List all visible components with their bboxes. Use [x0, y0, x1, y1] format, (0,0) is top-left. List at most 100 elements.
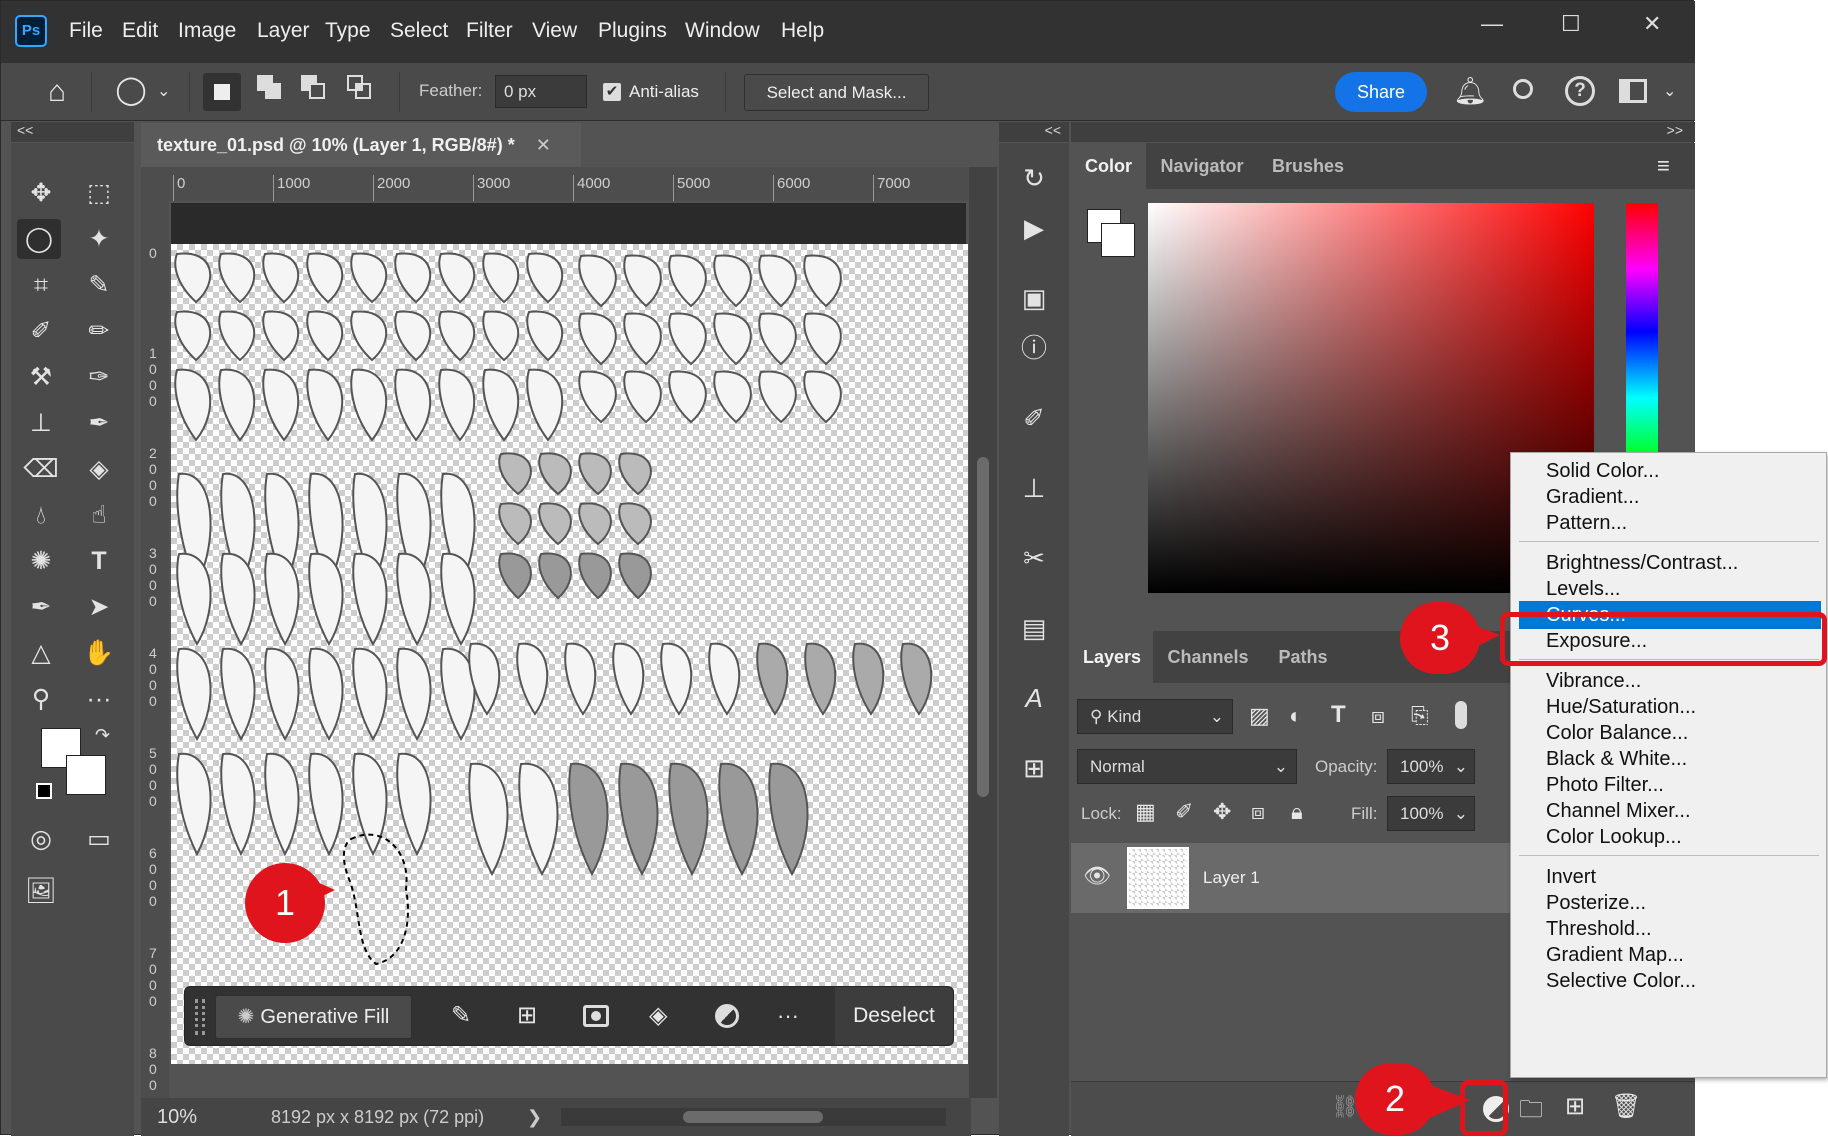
menu-item-color-lookup[interactable]: Color Lookup...	[1546, 823, 1816, 851]
minimize-button[interactable]: —	[1481, 11, 1503, 37]
vertical-scrollbar[interactable]	[969, 167, 997, 1098]
drag-handle-icon[interactable]	[195, 999, 205, 1035]
tab-layers[interactable]: Layers	[1071, 631, 1153, 683]
menu-item-invert[interactable]: Invert	[1546, 863, 1816, 891]
tools-collapse[interactable]: <<	[11, 122, 134, 142]
menu-item-pattern[interactable]: Pattern...	[1546, 509, 1816, 537]
workspace-chevron-icon[interactable]: ⌄	[1663, 81, 1676, 101]
help-icon[interactable]: ?	[1565, 76, 1595, 106]
menu-plugins[interactable]: Plugins	[598, 19, 667, 43]
right-collapse[interactable]: >>	[1071, 122, 1695, 142]
menu-item-vibrance[interactable]: Vibrance...	[1546, 667, 1816, 695]
default-colors-icon[interactable]	[36, 783, 52, 799]
vertical-scroll-thumb[interactable]	[977, 457, 989, 797]
libraries-icon[interactable]: ▣	[1004, 273, 1064, 323]
feather-input[interactable]: 0 px	[495, 75, 587, 108]
menu-edit[interactable]: Edit	[122, 19, 158, 43]
glyphs-icon[interactable]: ⊞	[1004, 743, 1064, 793]
lock-image-icon[interactable]: ✐	[1175, 799, 1193, 825]
sponge-tool-icon[interactable]: ✺	[19, 541, 63, 581]
background-color-swatch[interactable]	[66, 755, 106, 795]
clone-stamp-tool-icon[interactable]: ⚒	[19, 357, 63, 397]
fill-selection-icon[interactable]: ◈	[649, 1001, 667, 1030]
tab-brushes[interactable]: Brushes	[1258, 143, 1358, 189]
menu-item-photo-filter[interactable]: Photo Filter...	[1546, 771, 1816, 799]
menu-layer[interactable]: Layer	[257, 19, 310, 43]
adjustment-icon[interactable]	[715, 1004, 739, 1028]
menu-file[interactable]: File	[69, 19, 103, 43]
filter-toggle[interactable]	[1455, 701, 1467, 729]
more-options-icon[interactable]: ···	[777, 1003, 799, 1029]
document-info[interactable]: 8192 px x 8192 px (72 ppi)	[271, 1107, 484, 1128]
brush-tool-icon[interactable]: ✏	[77, 311, 121, 351]
new-layer-icon[interactable]: ⊞	[1565, 1092, 1585, 1121]
menu-item-posterize[interactable]: Posterize...	[1546, 889, 1816, 917]
lock-all-icon[interactable]: 🔒︎	[1291, 799, 1303, 825]
mask-icon[interactable]	[583, 1005, 609, 1027]
menu-type[interactable]: Type	[325, 19, 371, 43]
move-tool-icon[interactable]: ✥	[19, 173, 63, 213]
generative-fill-button[interactable]: ✺ Generative Fill	[215, 995, 412, 1039]
filter-adjustment-icon[interactable]: ◐	[1289, 703, 1302, 729]
lasso-tool-icon[interactable]: ◯	[17, 219, 61, 259]
pen-tool-icon[interactable]: ✒	[19, 587, 63, 627]
mid-collapse[interactable]: <<	[999, 122, 1069, 142]
history-panel-icon[interactable]: ↻	[1004, 153, 1064, 203]
filter-kind-dropdown[interactable]: ⚲ Kind ⌄	[1077, 699, 1233, 734]
lasso-tool-preset-icon[interactable]: ◯	[111, 73, 151, 109]
fill-input[interactable]: 100% ⌄	[1387, 796, 1475, 831]
filter-type-icon[interactable]: T	[1331, 701, 1346, 729]
type-tool-icon[interactable]: T	[77, 541, 121, 581]
intersect-selection-icon[interactable]	[347, 75, 377, 105]
more-tools-icon[interactable]: ···	[77, 679, 121, 719]
menu-item-threshold[interactable]: Threshold...	[1546, 915, 1816, 943]
select-subject-icon[interactable]: ⊞	[517, 1001, 537, 1030]
filter-smartobject-icon[interactable]: ⎘	[1411, 703, 1429, 729]
home-icon[interactable]: ⌂	[39, 75, 75, 109]
close-window-button[interactable]: ✕	[1643, 11, 1661, 37]
menu-item-black-white[interactable]: Black & White...	[1546, 745, 1816, 773]
menu-help[interactable]: Help	[781, 19, 824, 43]
menu-window[interactable]: Window	[685, 19, 760, 43]
blur-tool-icon[interactable]: 💧︎	[19, 495, 63, 535]
path-selection-tool-icon[interactable]: ➤	[77, 587, 121, 627]
menu-item-solid-color[interactable]: Solid Color...	[1546, 457, 1816, 485]
maximize-button[interactable]: ☐	[1561, 11, 1581, 37]
color-panel-background-swatch[interactable]	[1101, 223, 1135, 257]
menu-filter[interactable]: Filter	[466, 19, 513, 43]
hand-tool-icon[interactable]: ✋	[77, 633, 121, 673]
zoom-tool-icon[interactable]: ⚲	[19, 679, 63, 719]
menu-item-hue-saturation[interactable]: Hue/Saturation...	[1546, 693, 1816, 721]
add-to-selection-icon[interactable]	[257, 75, 287, 105]
menu-item-levels[interactable]: Levels...	[1546, 575, 1816, 603]
horizontal-scroll-thumb[interactable]	[683, 1111, 823, 1123]
panel-menu-icon[interactable]: ≡	[1657, 153, 1670, 179]
brush-settings-icon[interactable]: ✐	[1004, 393, 1064, 443]
tab-navigator[interactable]: Navigator	[1146, 143, 1258, 189]
modify-selection-icon[interactable]: ✎	[451, 1001, 471, 1030]
menu-item-gradient-map[interactable]: Gradient Map...	[1546, 941, 1816, 969]
blend-mode-dropdown[interactable]: Normal ⌄	[1077, 749, 1297, 784]
opacity-input[interactable]: 100% ⌄	[1387, 749, 1475, 784]
eraser-tool-icon[interactable]: ⌫	[19, 449, 63, 489]
healing-brush-tool-icon[interactable]: ✐	[19, 311, 63, 351]
tool-presets-icon[interactable]: ✂	[1004, 533, 1064, 583]
new-selection-button[interactable]	[203, 73, 241, 111]
marquee-tool-icon[interactable]: ⬚	[77, 173, 121, 213]
shape-tool-icon[interactable]: △	[19, 633, 63, 673]
screen-mode-icon[interactable]: ▭	[77, 819, 121, 859]
menu-item-selective-color[interactable]: Selective Color...	[1546, 967, 1816, 995]
menu-item-brightness-contrast[interactable]: Brightness/Contrast...	[1546, 549, 1816, 577]
actions-play-icon[interactable]: ▶	[1004, 203, 1064, 253]
magic-wand-tool-icon[interactable]: ✦	[77, 219, 121, 259]
notifications-bell-icon[interactable]: 🔔︎	[1453, 75, 1487, 107]
lock-artboard-icon[interactable]: ⧈	[1251, 799, 1265, 825]
character-icon[interactable]: A	[1004, 673, 1064, 723]
tab-channels[interactable]: Channels	[1153, 631, 1263, 683]
antialias-checkbox[interactable]: ✔	[603, 83, 621, 101]
tab-color[interactable]: Color	[1071, 143, 1146, 189]
horizontal-scrollbar[interactable]	[561, 1108, 946, 1126]
menu-view[interactable]: View	[532, 19, 577, 43]
stamp-tool-icon[interactable]: ⊥	[19, 403, 63, 443]
close-document-icon[interactable]: ✕	[536, 135, 551, 155]
